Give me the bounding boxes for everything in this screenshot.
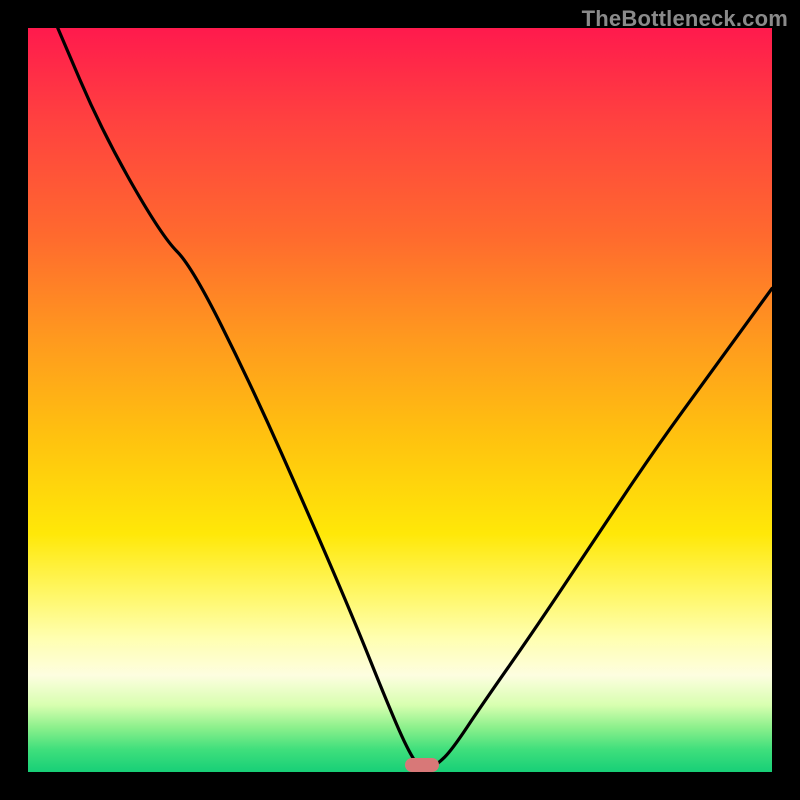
watermark-text: TheBottleneck.com <box>582 6 788 32</box>
minimum-marker <box>405 758 439 772</box>
bottleneck-curve <box>28 28 772 772</box>
plot-area <box>28 28 772 772</box>
chart-frame: TheBottleneck.com <box>0 0 800 800</box>
